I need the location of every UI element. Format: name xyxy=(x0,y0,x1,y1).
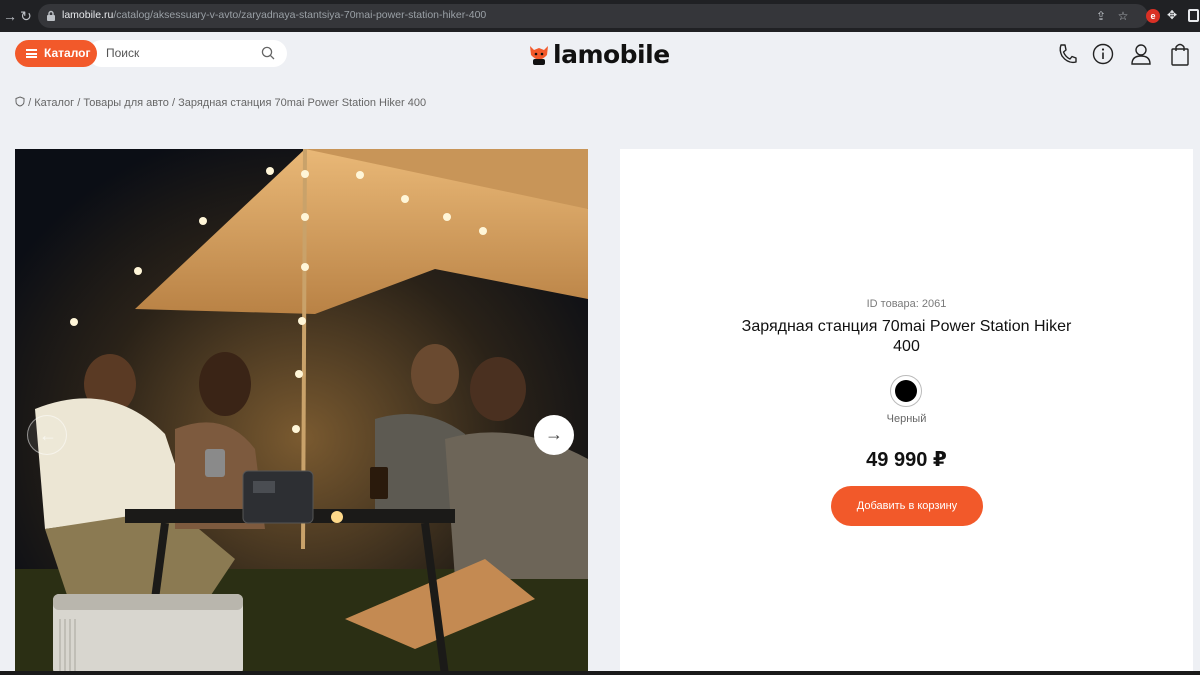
lock-icon xyxy=(47,10,55,21)
product-id: ID товара: 2061 xyxy=(866,298,947,310)
color-swatch-black[interactable] xyxy=(890,375,922,407)
address-bar[interactable]: lamobile.ru/catalog/aksessuary-v-avto/za… xyxy=(38,4,1148,28)
cat-logo-icon xyxy=(530,46,548,65)
product-price: 49 990 ₽ xyxy=(866,449,947,471)
home-shield-icon[interactable] xyxy=(15,96,25,107)
bottom-edge xyxy=(0,671,1200,675)
forward-icon[interactable]: → xyxy=(2,8,18,24)
catalog-label: Каталог xyxy=(44,46,91,60)
extension-icon[interactable]: e xyxy=(1146,9,1160,23)
breadcrumb-sep: / xyxy=(171,97,175,109)
search-box xyxy=(88,40,287,67)
product-info-card: ID товара: 2061 Зарядная станция 70mai P… xyxy=(620,149,1193,675)
gallery-next-button[interactable]: → xyxy=(534,415,574,455)
info-icon[interactable] xyxy=(1092,42,1114,66)
browser-toolbar: → ↻ lamobile.ru/catalog/aksessuary-v-avt… xyxy=(0,0,1200,32)
arrow-left-icon: ← xyxy=(39,425,57,445)
catalog-button[interactable]: Каталог xyxy=(15,40,97,67)
breadcrumb-auto[interactable]: Товары для авто xyxy=(83,97,169,109)
url-text: lamobile.ru/catalog/aksessuary-v-avto/za… xyxy=(62,9,487,21)
product-photo xyxy=(15,149,588,675)
bag-icon[interactable] xyxy=(1169,42,1191,66)
breadcrumb: / Каталог / Товары для авто / Зарядная с… xyxy=(15,96,426,109)
breadcrumb-sep: / xyxy=(28,97,32,109)
menu-icon xyxy=(26,49,37,58)
breadcrumb-current: Зарядная станция 70mai Power Station Hik… xyxy=(178,97,427,109)
breadcrumb-catalog[interactable]: Каталог xyxy=(34,97,74,109)
product-gallery: ← → xyxy=(15,149,588,675)
breadcrumb-sep: / xyxy=(77,97,81,109)
site-logo[interactable]: lamobile xyxy=(527,40,687,70)
side-panel-icon[interactable] xyxy=(1188,9,1199,22)
search-icon[interactable] xyxy=(261,46,275,60)
arrow-right-icon: → xyxy=(545,424,563,444)
user-icon[interactable] xyxy=(1130,42,1152,66)
logo-text: lamobile xyxy=(553,40,670,69)
product-title: Зарядная станция 70mai Power Station Hik… xyxy=(741,318,1072,355)
reload-icon[interactable]: ↻ xyxy=(18,8,34,24)
bookmark-star-icon[interactable]: ☆ xyxy=(1116,9,1130,23)
add-to-cart-button[interactable]: Добавить в корзину xyxy=(831,486,983,526)
search-input[interactable] xyxy=(106,46,256,60)
share-icon[interactable]: ⇪ xyxy=(1094,9,1108,23)
extensions-puzzle-icon[interactable]: ✥ xyxy=(1167,8,1181,22)
color-name: Черный xyxy=(886,413,927,425)
gallery-prev-button[interactable]: ← xyxy=(27,415,67,455)
phone-icon[interactable] xyxy=(1056,42,1078,66)
